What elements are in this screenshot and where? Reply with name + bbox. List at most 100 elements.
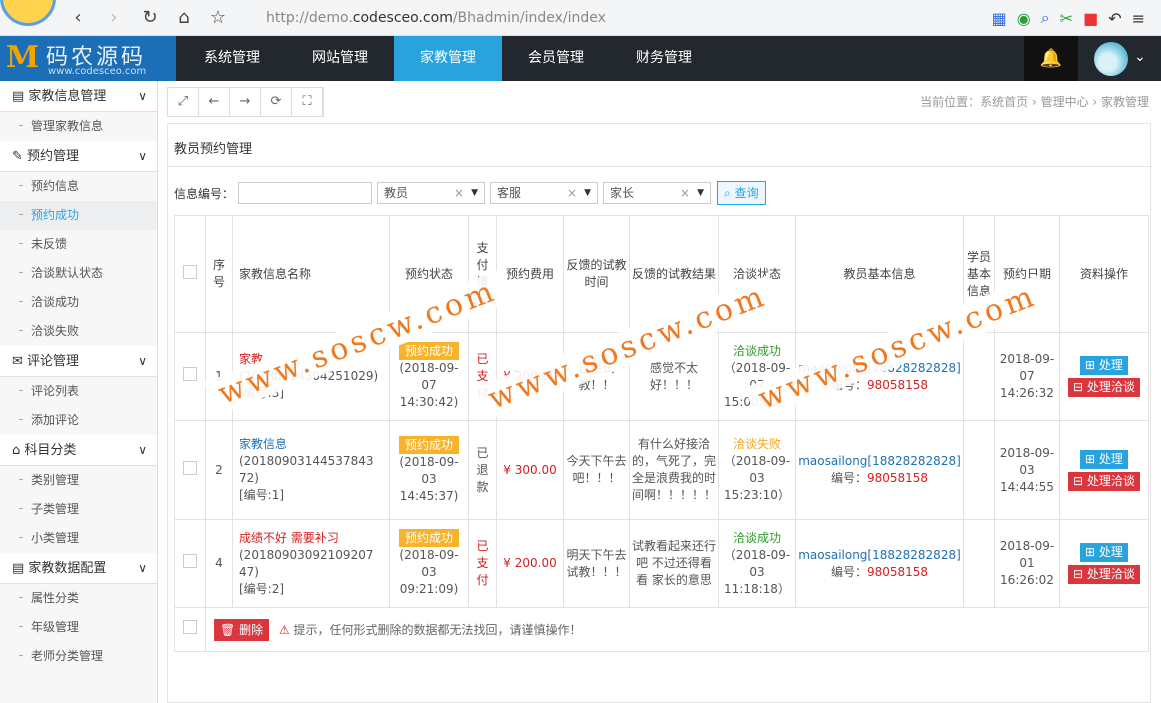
status-badge: 预约成功	[398, 435, 459, 454]
sidebar-group-comments[interactable]: ✉ 评论管理 ∨	[0, 346, 157, 377]
row-checkbox[interactable]	[183, 367, 197, 381]
scissors-icon[interactable]: ✂	[1060, 9, 1073, 28]
row-checkbox[interactable]	[183, 554, 197, 568]
menu-icon[interactable]: ≡	[1132, 9, 1145, 28]
chevron-down-icon: ∨	[138, 149, 147, 163]
col-action: 资料操作	[1059, 215, 1149, 333]
parent-select[interactable]: 家长 × ▼	[603, 182, 712, 204]
col-no: 序号	[205, 215, 233, 333]
clear-icon[interactable]: ×	[680, 183, 690, 203]
browser-extension-icons: ▦ ◉ ⌕ ✂ ■ ↶ ≡	[992, 6, 1161, 30]
process-button[interactable]: ⊞ 处理	[1080, 449, 1128, 469]
sidebar-item-category[interactable]: 类别管理	[0, 466, 157, 495]
select-all-checkbox[interactable]	[183, 264, 197, 279]
tutor-id: [编号:3]	[239, 386, 285, 400]
tutor-code: (20180914304251029)	[239, 369, 379, 383]
process-talk-button[interactable]: ⊟ 处理洽谈	[1068, 565, 1140, 584]
expand-icon[interactable]: ⤢	[168, 88, 199, 116]
sidebar-item-talk-success[interactable]: 洽谈成功	[0, 288, 157, 317]
fullscreen-icon[interactable]: ⛶	[292, 88, 323, 116]
teacher-link[interactable]: maosailong[18828282828]	[798, 454, 961, 468]
sidebar-item-talk-fail[interactable]: 洽谈失败	[0, 317, 157, 346]
site-logo[interactable]: M 码农源码 www.codesceo.com	[0, 36, 176, 81]
table-header: 序号 家教信息名称 预约状态 支付情况 预约费用 反馈的试教时间 反馈的试教结果…	[174, 215, 1149, 333]
talk-status: 洽谈成功	[732, 343, 781, 358]
col-trial-result: 反馈的试教结果	[629, 215, 719, 333]
arrow-left-icon[interactable]: ←	[199, 88, 230, 116]
tutor-name-link[interactable]: 家教	[239, 352, 263, 366]
info-id-input[interactable]	[238, 182, 373, 204]
sidebar-group-subjects[interactable]: ⌂ 科目分类 ∨	[0, 435, 157, 466]
col-student: 学员基本信息	[963, 215, 995, 333]
dropdown-arrow-icon: ▼	[471, 188, 479, 198]
process-talk-button[interactable]: ⊟ 处理洽谈	[1068, 471, 1140, 491]
browser-toolbar: ‹ › ↻ ⌂ ☆ http://demo.codesceo.com/Bhadm…	[0, 0, 1161, 36]
sidebar-item-booking-info[interactable]: 预约信息	[0, 172, 157, 201]
booking-date: 2018-09-07 14:26:32	[994, 332, 1060, 421]
filter-bar: 信息编号： 教员 × ▼ 客服 × ▼ 家长 × ▼ ⌕ 查询	[174, 181, 766, 205]
avatar[interactable]	[1094, 42, 1128, 76]
process-talk-button[interactable]: ⊟ 处理洽谈	[1068, 378, 1140, 397]
tutor-name-link[interactable]: 家教信息	[239, 437, 287, 451]
reload-icon[interactable]: ↻	[138, 6, 162, 30]
sidebar-item-teacher-category[interactable]: 老师分类管理	[0, 642, 157, 671]
grid-icon[interactable]: ▦	[992, 9, 1007, 28]
process-button[interactable]: ⊞ 处理	[1080, 356, 1128, 375]
sidebar-item-add-comment[interactable]: 添加评论	[0, 406, 157, 435]
arrow-right-icon[interactable]: →	[230, 88, 261, 116]
booking-date: 2018-09-03 14:44:55	[994, 420, 1060, 520]
logo-mark: M	[6, 40, 40, 75]
sidebar-group-data-config[interactable]: ▤ 家教数据配置 ∨	[0, 553, 157, 584]
page-title: 教员预约管理	[174, 142, 253, 157]
refresh-icon[interactable]: ⟳	[261, 88, 292, 116]
menu-tutor[interactable]: 家教管理	[394, 36, 502, 81]
search-icon[interactable]: ⌕	[1041, 8, 1050, 28]
sidebar-item-grade[interactable]: 年级管理	[0, 613, 157, 642]
sidebar-item-attributes[interactable]: 属性分类	[0, 584, 157, 613]
forward-icon[interactable]: ›	[102, 6, 126, 30]
row-checkbox[interactable]	[183, 460, 197, 475]
menu-member[interactable]: 会员管理	[502, 36, 610, 81]
process-button[interactable]: ⊞ 处理	[1080, 543, 1128, 562]
star-icon[interactable]: ☆	[206, 6, 230, 30]
clear-icon[interactable]: ×	[454, 183, 464, 203]
address-bar[interactable]: http://demo.codesceo.com/Bhadmin/index/i…	[266, 7, 866, 29]
sidebar-item-subcategory[interactable]: 子类管理	[0, 495, 157, 524]
chevron-down-icon[interactable]: ⌄	[1134, 49, 1146, 65]
query-button[interactable]: ⌕ 查询	[717, 181, 766, 205]
col-trial-time: 反馈的试教时间	[563, 215, 630, 333]
tutor-id: [编号:1]	[239, 488, 285, 502]
row-no: 4	[205, 519, 233, 608]
chevron-down-icon: ∨	[138, 443, 147, 457]
service-select[interactable]: 客服 × ▼	[490, 182, 599, 204]
sidebar-item-booking-success[interactable]: 预约成功	[0, 201, 157, 230]
sidebar-item-manage-tutor[interactable]: 管理家教信息	[0, 112, 157, 141]
row-no: 1	[205, 332, 233, 421]
clear-icon[interactable]: ×	[567, 183, 577, 203]
apps-icon[interactable]: ■	[1083, 9, 1098, 28]
teacher-link[interactable]: maosailong[18828282828]	[798, 361, 961, 375]
menu-finance[interactable]: 财务管理	[610, 36, 718, 81]
tutor-code: (20180903092109207 47)	[239, 547, 374, 579]
footer-checkbox[interactable]	[183, 620, 197, 634]
teacher-select[interactable]: 教员 × ▼	[377, 182, 486, 204]
sidebar-item-no-feedback[interactable]: 未反馈	[0, 230, 157, 259]
undo-icon[interactable]: ↶	[1108, 9, 1121, 28]
chevron-down-icon: ∨	[138, 354, 147, 368]
home-icon[interactable]: ⌂	[172, 6, 196, 30]
sidebar-group-booking[interactable]: ✎ 预约管理 ∨	[0, 141, 157, 172]
chevron-down-icon: ∨	[138, 89, 147, 103]
teacher-link[interactable]: maosailong[18828282828]	[798, 548, 961, 562]
sidebar-item-comment-list[interactable]: 评论列表	[0, 377, 157, 406]
sidebar-group-tutor-info[interactable]: ▤ 家教信息管理 ∨	[0, 81, 157, 112]
sidebar-item-talk-default[interactable]: 洽谈默认状态	[0, 259, 157, 288]
delete-button[interactable]: 🗑 删除	[214, 618, 270, 641]
menu-website[interactable]: 网站管理	[286, 36, 394, 81]
bell-icon[interactable]: 🔔	[1024, 36, 1078, 81]
menu-system[interactable]: 系统管理	[178, 36, 286, 81]
tutor-name-link[interactable]: 成绩不好 需要补习	[239, 531, 339, 545]
sidebar-item-small-category[interactable]: 小类管理	[0, 524, 157, 553]
row-no: 2	[205, 420, 233, 520]
back-icon[interactable]: ‹	[66, 6, 90, 30]
translate-icon[interactable]: ◉	[1017, 9, 1031, 28]
